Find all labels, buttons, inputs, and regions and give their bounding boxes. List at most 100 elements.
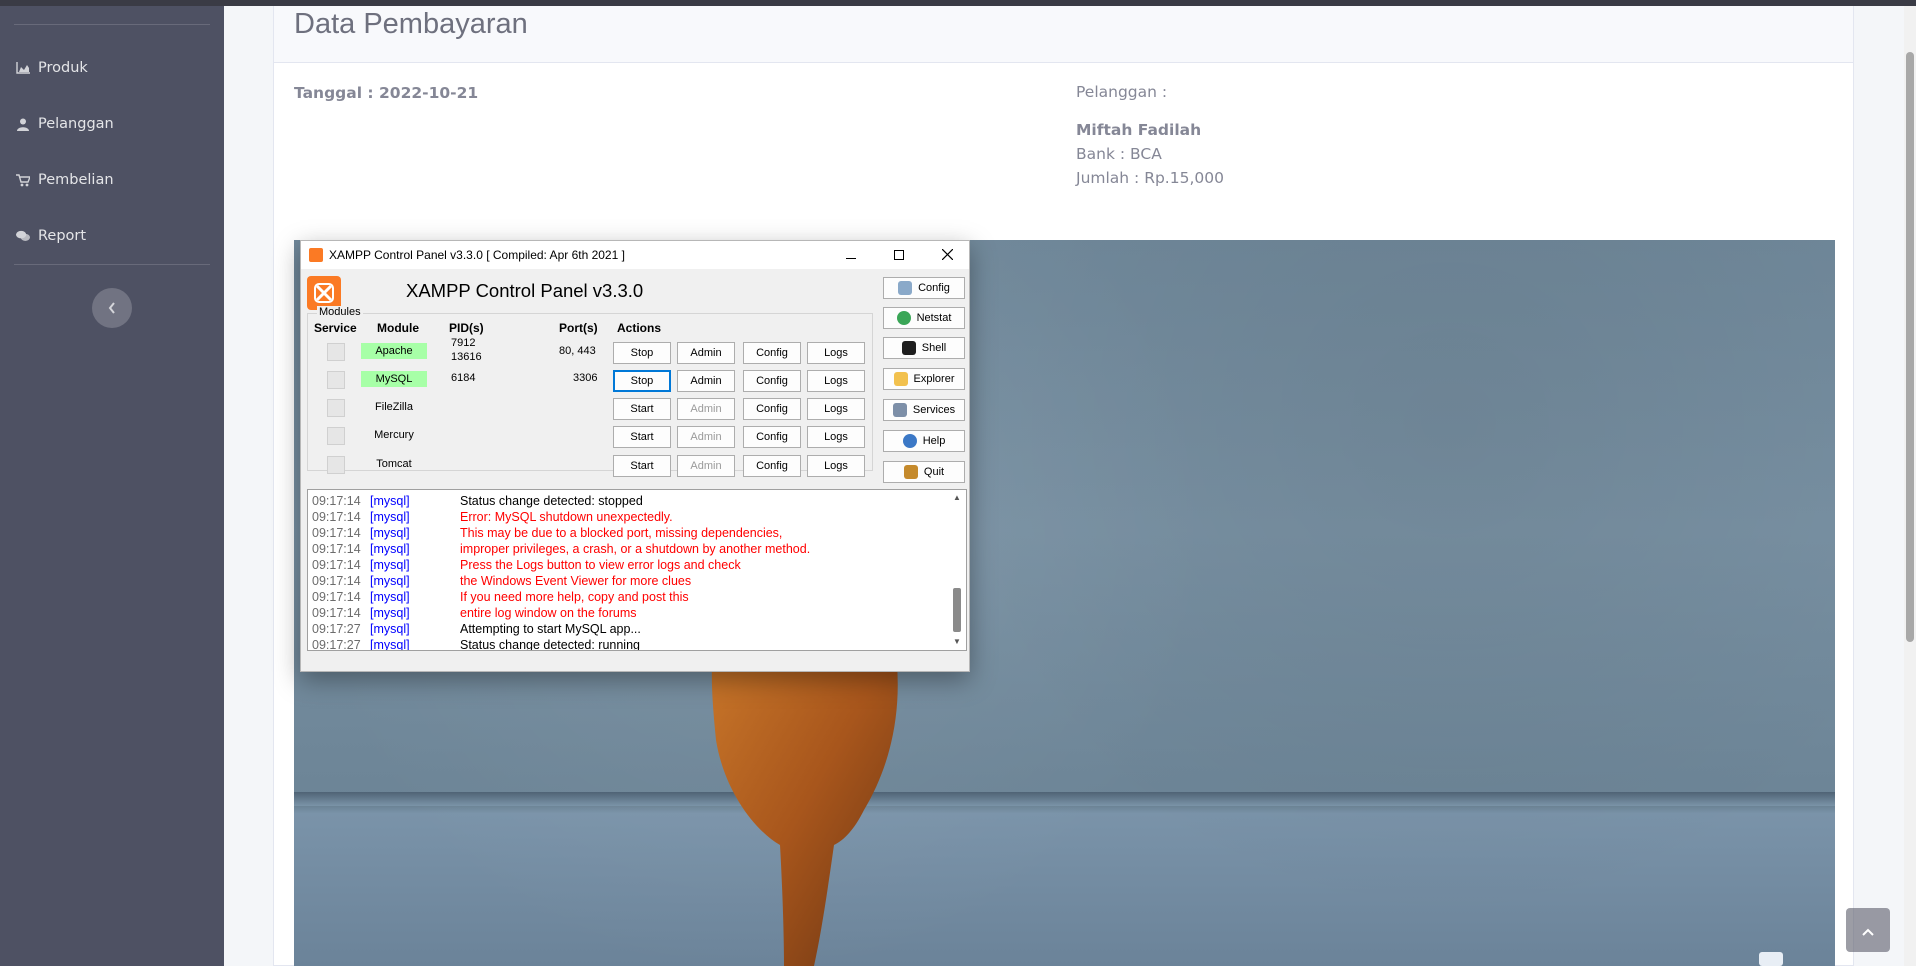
module-config-button[interactable]: Config bbox=[743, 342, 801, 364]
scroll-down-icon[interactable]: ▼ bbox=[950, 636, 964, 648]
log-time: 09:17:14 bbox=[312, 590, 361, 604]
module-config-button[interactable]: Config bbox=[743, 426, 801, 448]
log-message: This may be due to a blocked port, missi… bbox=[460, 526, 783, 540]
minimize-icon bbox=[846, 247, 856, 263]
module-logs-button[interactable]: Logs bbox=[807, 342, 865, 364]
module-logs-button[interactable]: Logs bbox=[807, 370, 865, 392]
netstat-button[interactable]: Netstat bbox=[883, 307, 965, 329]
col-actions: Actions bbox=[617, 321, 662, 335]
shell-button[interactable]: Shell bbox=[883, 337, 965, 359]
modules-label: Modules bbox=[317, 306, 363, 318]
log-time: 09:17:14 bbox=[312, 574, 361, 588]
customer-info: Pelanggan : Miftah Fadilah Bank : BCA Ju… bbox=[1076, 80, 1224, 190]
scroll-up-icon[interactable]: ▲ bbox=[950, 492, 964, 504]
log-time: 09:17:27 bbox=[312, 622, 361, 636]
module-config-button[interactable]: Config bbox=[743, 455, 801, 477]
module-admin-button: Admin bbox=[677, 455, 735, 477]
door-icon bbox=[903, 465, 918, 479]
log-scrollbar[interactable]: ▲ ▼ bbox=[950, 492, 964, 648]
xampp-icon bbox=[309, 248, 323, 262]
maximize-icon bbox=[894, 247, 904, 263]
sidebar-item-produk[interactable]: Produk bbox=[0, 48, 224, 88]
xampp-header-title: XAMPP Control Panel v3.3.0 bbox=[406, 280, 644, 301]
module-admin-button[interactable]: Admin bbox=[677, 342, 735, 364]
services-button-label: Services bbox=[912, 404, 956, 416]
maximize-button[interactable] bbox=[879, 243, 919, 267]
page-scroll-thumb[interactable] bbox=[1906, 52, 1914, 642]
module-config-button[interactable]: Config bbox=[743, 370, 801, 392]
wallpaper-ledge bbox=[294, 792, 1835, 806]
services-icon bbox=[892, 403, 907, 417]
module-config-button[interactable]: Config bbox=[743, 398, 801, 420]
module-name: Apache bbox=[361, 343, 427, 359]
scroll-to-top-button[interactable] bbox=[1846, 908, 1890, 952]
image-corner-mark bbox=[1759, 952, 1783, 966]
log-message: Attempting to start MySQL app... bbox=[460, 622, 641, 636]
log-panel[interactable]: 09:17:14 [mysql] Status change detected:… bbox=[307, 489, 967, 651]
sidebar-item-pembelian[interactable]: Pembelian bbox=[0, 160, 224, 200]
shell-button-label: Shell bbox=[921, 342, 947, 354]
service-checkbox[interactable] bbox=[327, 343, 345, 361]
xampp-titlebar[interactable]: XAMPP Control Panel v3.3.0 [ Compiled: A… bbox=[301, 241, 969, 269]
module-toggle-button[interactable]: Start bbox=[613, 426, 671, 448]
module-logs-button[interactable]: Logs bbox=[807, 398, 865, 420]
sidebar-toggle-button[interactable] bbox=[92, 288, 132, 328]
module-toggle-button[interactable]: Start bbox=[613, 398, 671, 420]
module-toggle-button[interactable]: Stop bbox=[613, 342, 671, 364]
card-header: Data Pembayaran bbox=[274, 6, 1853, 63]
shopping-cart-icon bbox=[16, 173, 30, 187]
log-module: [mysql] bbox=[370, 574, 410, 588]
log-module: [mysql] bbox=[370, 526, 410, 540]
service-checkbox[interactable] bbox=[327, 427, 345, 445]
close-icon bbox=[941, 247, 953, 263]
xampp-logo-icon bbox=[307, 276, 341, 310]
module-logs-button[interactable]: Logs bbox=[807, 426, 865, 448]
services-button[interactable]: Services bbox=[883, 399, 965, 421]
page-scrollbar[interactable] bbox=[1904, 6, 1916, 966]
module-toggle-button[interactable]: Start bbox=[613, 455, 671, 477]
log-time: 09:17:14 bbox=[312, 510, 361, 524]
log-module: [mysql] bbox=[370, 638, 410, 651]
col-module: Module bbox=[377, 321, 419, 335]
module-name: MySQL bbox=[361, 371, 427, 387]
log-module: [mysql] bbox=[370, 590, 410, 604]
module-pid: 6184 bbox=[451, 372, 476, 384]
log-time: 09:17:14 bbox=[312, 542, 361, 556]
sidebar-item-label: Produk bbox=[38, 60, 88, 76]
module-pid: 13616 bbox=[451, 351, 482, 363]
log-time: 09:17:27 bbox=[312, 638, 361, 651]
wrench-icon bbox=[898, 281, 913, 295]
page-title: Data Pembayaran bbox=[294, 8, 528, 40]
sidebar-item-label: Report bbox=[38, 228, 87, 244]
log-module: [mysql] bbox=[370, 558, 410, 572]
module-toggle-button[interactable]: Stop bbox=[613, 370, 671, 392]
minimize-button[interactable] bbox=[831, 243, 871, 267]
comments-icon bbox=[16, 229, 30, 243]
quit-button[interactable]: Quit bbox=[883, 461, 965, 483]
log-message: Status change detected: running bbox=[460, 638, 640, 651]
sidebar-item-report[interactable]: Report bbox=[0, 216, 224, 256]
globe-icon bbox=[896, 311, 911, 325]
explorer-button[interactable]: Explorer bbox=[883, 368, 965, 390]
log-module: [mysql] bbox=[370, 494, 410, 508]
sidebar-item-label: Pembelian bbox=[38, 172, 114, 188]
log-scroll-thumb[interactable] bbox=[953, 588, 961, 632]
module-admin-button[interactable]: Admin bbox=[677, 370, 735, 392]
module-name: FileZilla bbox=[375, 401, 413, 413]
service-checkbox[interactable] bbox=[327, 399, 345, 417]
help-icon bbox=[902, 434, 917, 448]
service-checkbox[interactable] bbox=[327, 371, 345, 389]
col-pid: PID(s) bbox=[449, 321, 484, 335]
close-button[interactable] bbox=[927, 243, 967, 267]
module-name: Tomcat bbox=[376, 458, 412, 470]
help-button[interactable]: Help bbox=[883, 430, 965, 452]
module-logs-button[interactable]: Logs bbox=[807, 455, 865, 477]
service-checkbox[interactable] bbox=[327, 456, 345, 474]
payment-date: Tanggal : 2022-10-21 bbox=[294, 84, 479, 102]
log-module: [mysql] bbox=[370, 622, 410, 636]
config-button[interactable]: Config bbox=[883, 277, 965, 299]
sidebar-item-pelanggan[interactable]: Pelanggan bbox=[0, 104, 224, 144]
log-message: If you need more help, copy and post thi… bbox=[460, 590, 689, 604]
chart-area-icon bbox=[16, 61, 30, 75]
amount-info: Jumlah : Rp.15,000 bbox=[1076, 169, 1224, 187]
